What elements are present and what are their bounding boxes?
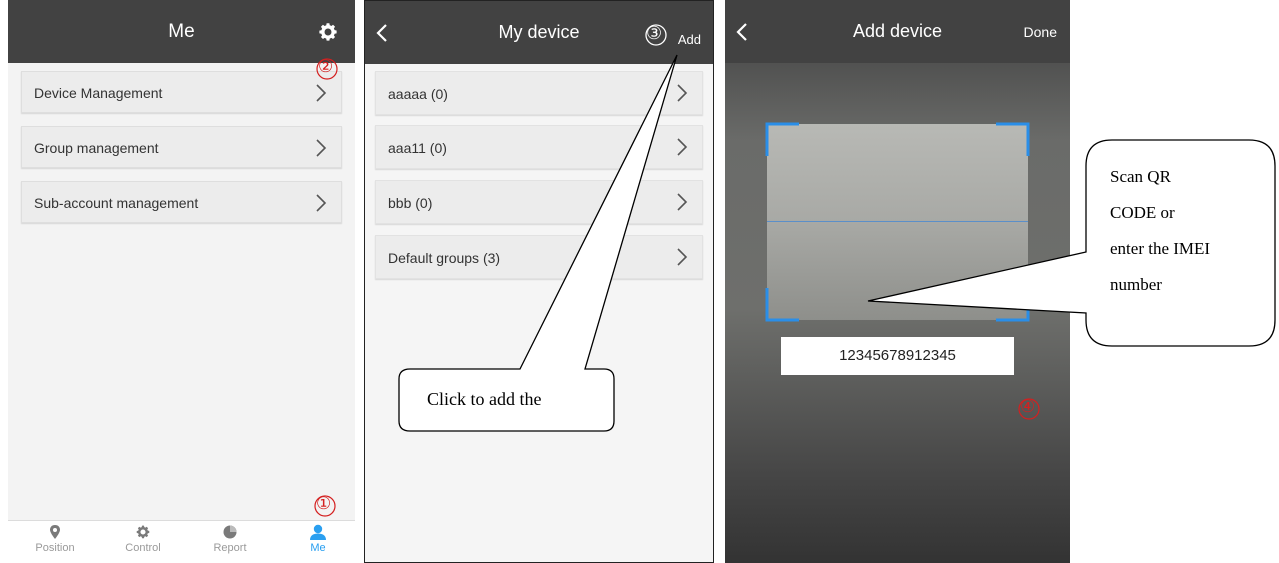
marker-4: ④ [1020, 397, 1036, 416]
scan-callout-text: Scan QR CODE or enter the IMEI number [1110, 159, 1210, 303]
scan-callout-bubble [867, 139, 1276, 347]
scan-callout-line: enter the IMEI [1110, 239, 1211, 258]
annotation-overlay [314, 24, 1276, 517]
add-callout-text: Click to add the [427, 389, 542, 409]
marker-1: ① [316, 494, 332, 513]
add-callout-bubble [398, 54, 678, 432]
marker-3: ③ [646, 23, 663, 43]
scan-callout-line: number [1110, 275, 1162, 294]
scan-callout-line: CODE or [1110, 203, 1175, 222]
scan-callout-line: Scan QR [1110, 167, 1171, 186]
marker-2: ② [318, 57, 334, 76]
